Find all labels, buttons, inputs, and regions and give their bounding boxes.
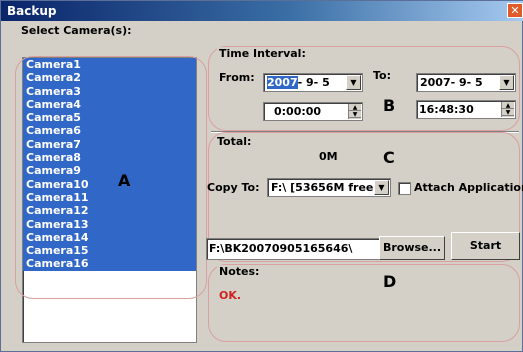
to-date-value: 2007- 9- 5 — [420, 76, 483, 89]
to-time-spinner[interactable]: ▲ ▼ — [501, 102, 514, 117]
drive-value: F:\ [53656M free] — [271, 181, 379, 194]
to-label: To: — [373, 69, 391, 82]
copy-to-label: Copy To: — [207, 181, 260, 194]
annotation-d: D — [383, 272, 397, 291]
from-date-rest: - 9- 5 — [297, 76, 330, 89]
destination-path-value: F:\BK20070905165646\ — [209, 242, 353, 255]
close-button[interactable]: ✕ — [507, 3, 523, 18]
from-date-selected-part: 2007 — [267, 76, 298, 89]
browse-button[interactable]: Browse... — [379, 236, 445, 260]
annotation-a: A — [118, 171, 131, 190]
total-value: 0M — [319, 150, 338, 163]
close-icon: ✕ — [510, 4, 520, 17]
attach-application-checkbox[interactable] — [398, 182, 411, 195]
chevron-down-icon[interactable]: ▼ — [346, 75, 361, 90]
from-time-value: 0:00:00 — [274, 105, 322, 118]
from-label: From: — [219, 71, 255, 84]
from-time-field[interactable]: 0:00:00 ▲ ▼ — [263, 102, 363, 121]
annotation-c: C — [383, 148, 395, 167]
backup-window: Backup ✕ Select Camera(s): Camera1 Camer… — [0, 0, 523, 352]
to-date-picker[interactable]: 2007- 9- 5 ▼ — [416, 73, 516, 92]
destination-path-field[interactable]: F:\BK20070905165646\ — [206, 238, 380, 260]
chevron-down-icon[interactable]: ▼ — [374, 180, 389, 195]
chevron-down-icon[interactable]: ▼ — [502, 109, 514, 116]
notes-status-text: OK. — [219, 289, 242, 302]
drive-select[interactable]: F:\ [53656M free] ▼ — [267, 178, 391, 197]
chevron-up-icon[interactable]: ▲ — [502, 102, 514, 109]
from-time-spinner[interactable]: ▲ ▼ — [348, 104, 361, 119]
annotation-ring-a — [15, 56, 207, 299]
window-title: Backup — [7, 4, 57, 18]
total-label: Total: — [217, 135, 252, 148]
to-time-value: 16:48:30 — [419, 103, 474, 116]
attach-application-label: Attach Application — [414, 181, 523, 194]
notes-label: Notes: — [217, 265, 262, 278]
chevron-up-icon[interactable]: ▲ — [349, 104, 361, 111]
select-cameras-label: Select Camera(s): — [21, 24, 132, 37]
chevron-down-icon[interactable]: ▼ — [349, 111, 361, 118]
start-button[interactable]: Start — [451, 232, 520, 260]
time-interval-label: Time Interval: — [217, 47, 308, 60]
chevron-down-icon[interactable]: ▼ — [499, 75, 514, 90]
from-date-picker[interactable]: 2007- 9- 5 ▼ — [263, 73, 363, 92]
to-time-field[interactable]: 16:48:30 ▲ ▼ — [416, 100, 516, 119]
title-bar: Backup ✕ — [1, 1, 523, 21]
annotation-b: B — [383, 96, 396, 115]
